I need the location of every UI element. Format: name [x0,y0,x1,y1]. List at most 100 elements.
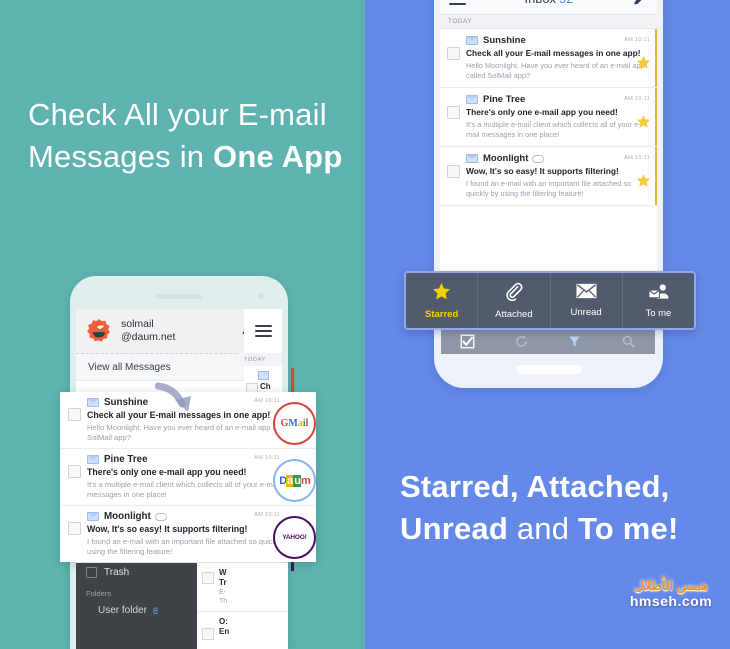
hamburger-menu-icon[interactable] [449,0,466,6]
mail-subject: There's only one e-mail app you need! [466,107,618,117]
mail-sender: Sunshine [483,35,526,46]
inbox-title-label: Inbox [525,0,557,6]
left-headline-line2: Messages in One App [28,136,342,178]
left-phone-camera [258,293,264,299]
today-divider: TODAY [440,15,657,29]
envelope-icon [258,371,269,380]
drawer-folders-section-label: Folders [86,589,112,598]
mail-timestamp: AM 10:11 [624,96,650,102]
star-icon[interactable] [636,55,651,75]
mail-select-checkbox[interactable] [68,408,81,421]
watermark-domain: hmseh.com [629,593,713,609]
left-headline-line2-bold: One App [213,139,343,174]
mail-sender: Moonlight [483,153,529,164]
mail-action-bar [441,329,655,354]
refresh-icon[interactable] [495,329,549,354]
mail-sender-row: Moonlight [466,153,650,164]
right-headline-tome: To me! [577,511,679,546]
filter-tome-button[interactable]: To me [623,273,694,328]
mail-status-rail [655,29,657,87]
page-title: Inbox52 [525,0,574,6]
mail-timestamp: AM 10:11 [254,512,280,518]
filter-starred-label: Starred [424,308,459,320]
mail-content: Moonlight Wow, It's so easy! It supports… [466,153,650,198]
mail-status-rail [655,147,657,205]
gmail-badge-label: GMail [280,418,309,429]
mail-sender: Moonlight [104,511,151,522]
filter-toolbar: Starred Attached Unread To me [404,271,696,330]
mail-status-rail [655,88,657,146]
mail-select-checkbox[interactable] [202,572,214,584]
filter-starred-button[interactable]: Starred [406,273,479,328]
paperclip-icon [532,154,545,163]
today-label: TODAY [244,356,266,363]
mail-sender: En [219,627,230,636]
yahoo-badge-label: YAHOO! [282,534,307,541]
left-phone-folder-drawer: Trash Folders User folder 8 [76,563,197,649]
drawer-user-folder-count: 8 [152,605,158,616]
today-divider: TODAY [240,353,282,366]
mail-select-checkbox[interactable] [447,47,460,60]
mail-select-checkbox[interactable] [68,522,81,535]
person-mail-icon [648,283,669,305]
curved-arrow-icon [154,382,201,421]
drawer-item-trash[interactable]: Trash [76,563,197,582]
mail-list-item[interactable]: W Tr E- Th [197,563,288,612]
search-icon[interactable] [602,329,656,354]
mail-list-item[interactable]: Pine Tree There's only one e-mail app yo… [440,88,657,147]
left-headline-line2-light: Messages in [28,139,214,174]
inbox-unread-count: 52 [559,0,573,6]
mail-list-item[interactable]: Sunshine Check all your E-mail messages … [440,29,657,88]
mail-sender: Pine Tree [483,94,526,105]
filter-unread-label: Unread [570,307,602,318]
mail-subject: Ch [260,382,271,391]
mail-select-checkbox[interactable] [447,106,460,119]
mail-select-checkbox[interactable] [68,465,81,478]
mail-subject: Check all your E-mail messages in one ap… [466,48,641,58]
account-name-line1: solmail [121,318,154,330]
envelope-icon [576,283,597,304]
mail-list-item[interactable]: O: En [197,612,288,649]
mail-timestamp: AM 10:11 [254,455,280,461]
filter-tome-label: To me [645,307,672,319]
left-phone-speaker [156,294,202,299]
trash-checkbox-icon [86,567,97,578]
mail-sender-row: Pine Tree [466,94,650,105]
mail-sender: Sunshine [104,397,149,408]
mail-preview: Hello Moonlight. Have you ever heard of … [466,61,645,80]
envelope-icon [466,95,478,104]
mail-select-checkbox[interactable] [447,165,460,178]
checkbox-select-icon[interactable] [441,329,495,354]
yahoo-badge: YAHOO! [273,516,316,559]
mail-content: Sunshine Check all your E-mail messages … [466,35,650,80]
mail-subject: Wow, It's so easy! It supports filtering… [466,166,619,176]
envelope-icon [87,455,99,464]
mail-select-checkbox[interactable] [202,628,214,640]
gmail-badge: GMail [273,402,316,445]
star-icon[interactable] [636,173,651,193]
envelope-icon [87,512,99,521]
watermark: همس الأطلال hmseh.com [623,578,719,609]
star-icon[interactable] [636,114,651,134]
mail-content: Pine Tree There's only one e-mail app yo… [466,94,650,139]
hamburger-menu-icon[interactable] [244,309,282,353]
filter-attached-label: Attached [495,308,533,320]
pencil-compose-icon[interactable] [632,0,648,7]
inbox-header: Inbox52 [440,0,657,15]
right-headline-line1: Starred, Attached, [400,469,670,504]
promo-screenshot: Check All your E-mail Messages in One Ap… [0,0,730,649]
mail-preview-b: Th [219,598,228,605]
mail-list-item[interactable]: Moonlight Wow, It's so easy! It supports… [440,147,657,206]
mail-preview-a: E- [219,589,226,596]
filter-funnel-icon[interactable] [548,329,602,354]
paperclip-icon [154,512,167,521]
daum-sol-logo-icon [86,318,112,344]
right-headline-line2: Unread and To me! [400,508,678,550]
filter-attached-button[interactable]: Attached [478,273,551,328]
drawer-item-user-folder[interactable]: User folder 8 [76,601,197,620]
mail-subject: W [219,568,227,577]
star-icon [432,282,451,306]
filter-unread-button[interactable]: Unread [551,273,623,328]
left-phone-list-peek-lower: W Tr E- Th O: En [197,563,288,649]
mail-preview: It's a multiple e-mail client which coll… [466,120,641,139]
